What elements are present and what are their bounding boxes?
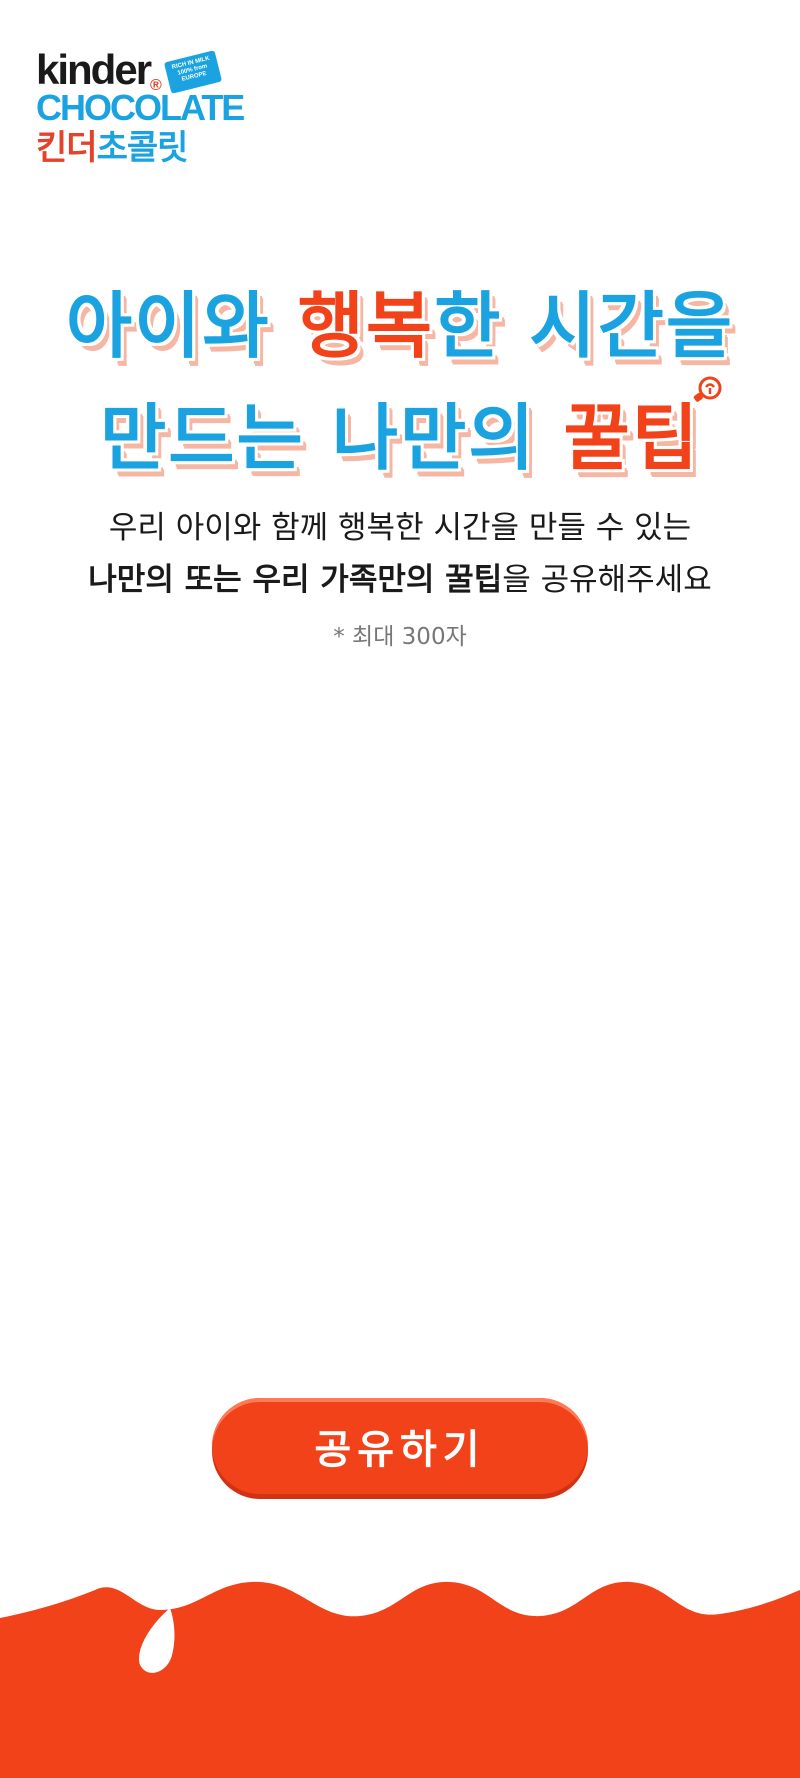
headline-line-1: 아이와 행복한 시간을 [65, 284, 735, 368]
description: 우리 아이와 함께 행복한 시간을 만들 수 있는 나만의 또는 우리 가족만의… [0, 502, 800, 606]
logo-product: CHOCOLATE [36, 87, 245, 128]
page-title: 아이와 행복한 시간을 만드는 나만의 꿀팁 [0, 270, 800, 494]
character-limit-note: * 최대 300자 [333, 624, 467, 650]
wave-decoration [0, 1581, 800, 1778]
logo-brand: kinder® [36, 46, 162, 95]
headline-line-2: 만드는 나만의 꿀팁 [99, 396, 701, 480]
description-line-1: 우리 아이와 함께 행복한 시간을 만들 수 있는 [108, 510, 692, 546]
kinder-logo: kinder® RICH IN MILK 100% from EUROPE CH… [36, 46, 245, 172]
lightbulb-icon [693, 376, 722, 402]
logo-korean: 킨더초콜릿 [36, 128, 188, 168]
share-button[interactable]: 공유하기 [212, 1398, 588, 1494]
description-line-2: 나만의 또는 우리 가족만의 꿀팁을 공유해주세요 [88, 562, 712, 598]
